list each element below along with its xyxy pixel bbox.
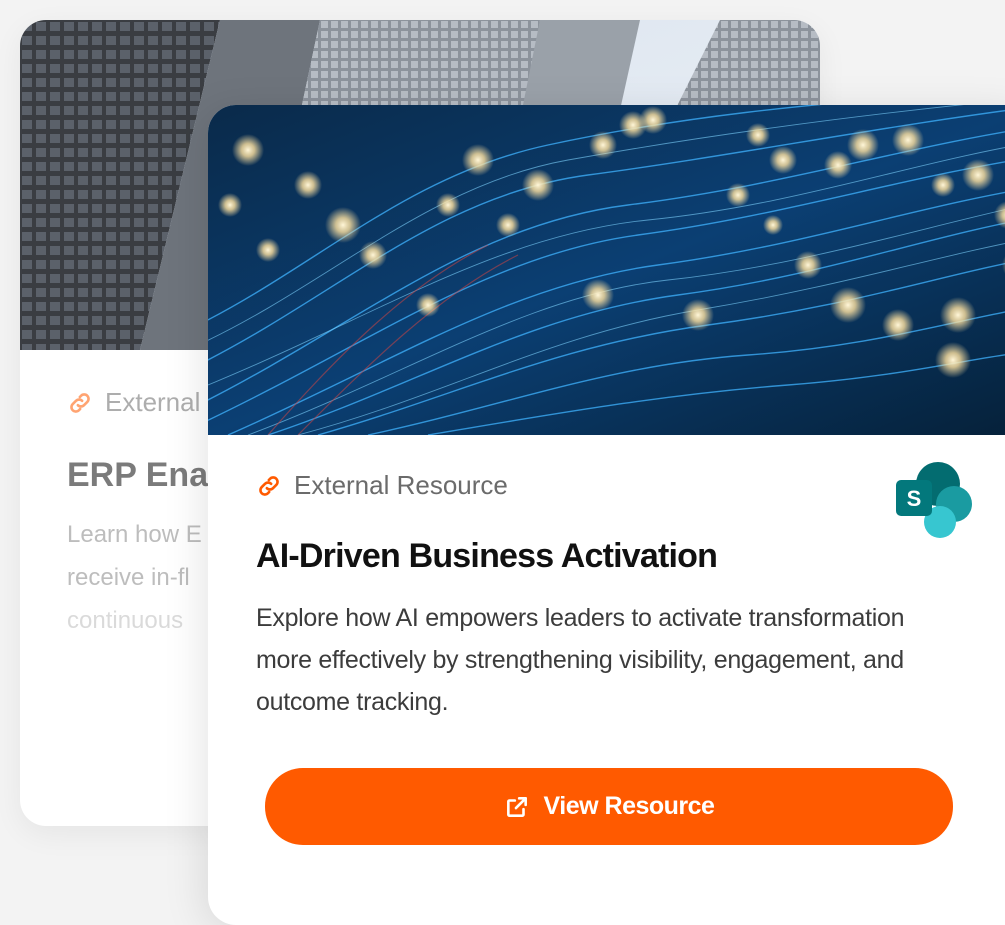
resource-tag-label: External Resource [294,470,508,500]
fiber-optic-hero-image [208,105,1005,435]
sharepoint-logo-icon: S [896,462,972,538]
resource-tag: External Resource [256,470,508,501]
sharepoint-logo-letter: S [907,486,922,511]
view-resource-label: View Resource [543,792,715,820]
view-resource-button[interactable]: View Resource [265,768,953,845]
link-icon [70,392,90,413]
link-icon [259,475,279,496]
card-title: AI-Driven Business Activation [256,537,718,575]
resource-card-ai[interactable]: External Resource S AI-Driven Business A… [208,105,1005,925]
card-description: Explore how AI empowers leaders to activ… [256,604,905,716]
resource-tag-label: External [105,387,201,417]
external-link-icon [506,796,527,817]
